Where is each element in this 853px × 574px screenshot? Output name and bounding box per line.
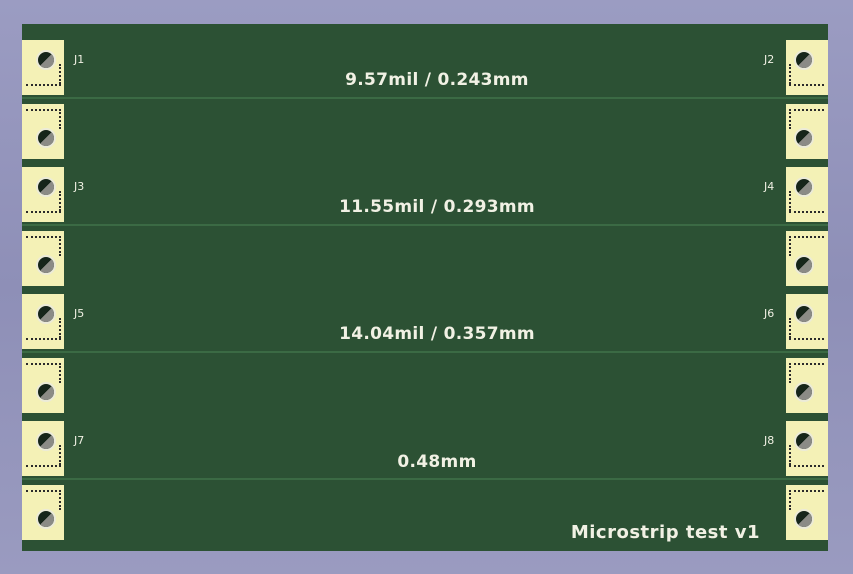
pad-outline — [789, 236, 791, 256]
connector-ref-j2: J2 — [764, 53, 775, 66]
pad-outline — [789, 490, 824, 492]
drill-hole-icon — [36, 177, 56, 197]
pad-j4-bottom — [786, 231, 828, 286]
connector-ref-j4: J4 — [764, 180, 775, 193]
drill-hole-icon — [794, 382, 814, 402]
pad-outline — [59, 64, 61, 84]
microstrip-trace-3 — [22, 351, 828, 353]
pad-outline — [59, 490, 61, 510]
connector-ref-j3: J3 — [74, 180, 85, 193]
drill-hole-icon — [36, 304, 56, 324]
pad-j5-bottom — [22, 358, 64, 413]
drill-hole-icon — [36, 255, 56, 275]
pad-j2-top — [786, 40, 828, 95]
pad-j5-top — [22, 294, 64, 349]
pad-outline — [26, 211, 61, 213]
drill-hole-icon — [36, 382, 56, 402]
pad-j7-top — [22, 421, 64, 476]
microstrip-trace-1 — [22, 97, 828, 99]
pad-j3-bottom — [22, 231, 64, 286]
pad-outline — [59, 109, 61, 129]
connector-ref-j6: J6 — [764, 307, 775, 320]
pad-j8-top — [786, 421, 828, 476]
pad-outline — [789, 363, 824, 365]
pad-outline — [789, 211, 824, 213]
pcb-board: 9.57mil / 0.243mm 11.55mil / 0.293mm 14.… — [22, 24, 828, 551]
drill-hole-icon — [794, 128, 814, 148]
microstrip-trace-2 — [22, 224, 828, 226]
trace-width-label-3: 14.04mil / 0.357mm — [339, 324, 535, 344]
pad-outline — [26, 338, 61, 340]
pad-outline — [789, 465, 824, 467]
pad-j7-bottom — [22, 485, 64, 540]
connector-ref-j8: J8 — [764, 434, 775, 447]
pad-outline — [59, 236, 61, 256]
pad-outline — [26, 109, 61, 111]
board-title: Microstrip test v1 — [570, 522, 760, 543]
pad-outline — [789, 109, 791, 129]
pad-outline — [789, 318, 791, 338]
pad-outline — [26, 465, 61, 467]
connector-ref-j5: J5 — [74, 307, 85, 320]
drill-hole-icon — [36, 509, 56, 529]
drill-hole-icon — [794, 255, 814, 275]
pad-outline — [59, 318, 61, 338]
microstrip-trace-4 — [22, 478, 828, 480]
drill-hole-icon — [794, 50, 814, 70]
pad-outline — [789, 338, 824, 340]
drill-hole-icon — [794, 431, 814, 451]
pad-j2-bottom — [786, 104, 828, 159]
pad-outline — [789, 363, 791, 383]
trace-width-label-4: 0.48mm — [397, 452, 477, 472]
pad-outline — [789, 84, 824, 86]
pad-outline — [26, 490, 61, 492]
pad-j4-top — [786, 167, 828, 222]
drill-hole-icon — [36, 50, 56, 70]
pad-outline — [789, 64, 791, 84]
drill-hole-icon — [794, 304, 814, 324]
pad-j1-top — [22, 40, 64, 95]
pad-j6-top — [786, 294, 828, 349]
pad-outline — [789, 445, 791, 465]
pad-outline — [26, 84, 61, 86]
connector-ref-j1: J1 — [74, 53, 85, 66]
pad-outline — [789, 490, 791, 510]
pad-outline — [26, 236, 61, 238]
pad-outline — [59, 191, 61, 211]
pad-outline — [789, 109, 824, 111]
drill-hole-icon — [36, 431, 56, 451]
pad-outline — [59, 363, 61, 383]
drill-hole-icon — [36, 128, 56, 148]
pad-outline — [789, 191, 791, 211]
drill-hole-icon — [794, 509, 814, 529]
trace-width-label-1: 9.57mil / 0.243mm — [345, 70, 529, 90]
trace-width-label-2: 11.55mil / 0.293mm — [339, 197, 535, 217]
connector-ref-j7: J7 — [74, 434, 85, 447]
pad-j3-top — [22, 167, 64, 222]
pad-j6-bottom — [786, 358, 828, 413]
pad-outline — [789, 236, 824, 238]
pad-outline — [59, 445, 61, 465]
drill-hole-icon — [794, 177, 814, 197]
pad-j8-bottom — [786, 485, 828, 540]
pad-outline — [26, 363, 61, 365]
pad-j1-bottom — [22, 104, 64, 159]
